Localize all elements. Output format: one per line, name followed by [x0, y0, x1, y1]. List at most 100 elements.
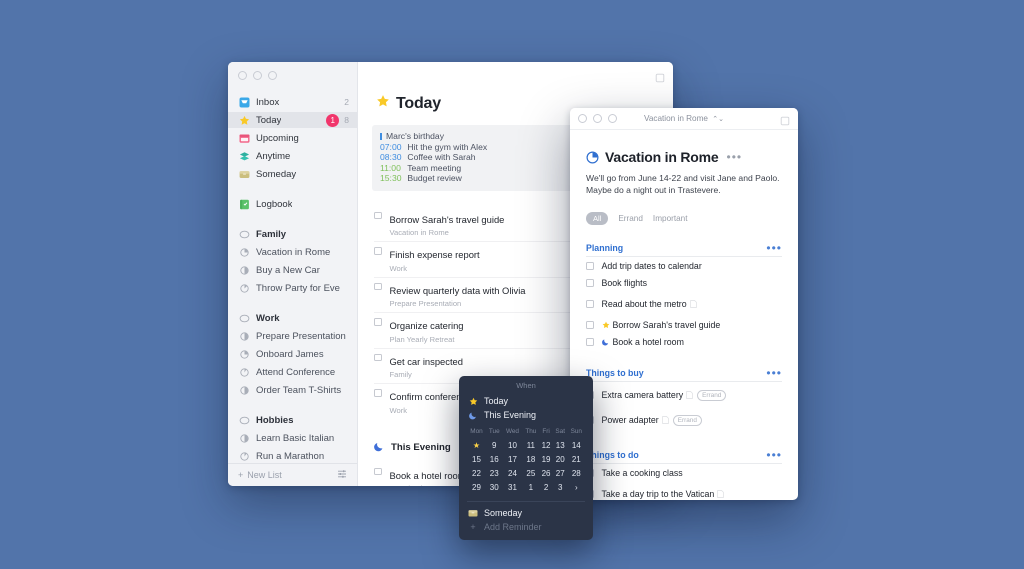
resize-icon[interactable] [655, 70, 665, 83]
calendar-day[interactable]: 30 [486, 480, 502, 494]
sidebar-item-inbox[interactable]: Inbox 2 [228, 94, 357, 110]
when-popover[interactable]: When Today This Evening Mon Tue Wed Thu … [459, 376, 593, 540]
sidebar-item-someday[interactable]: Someday [228, 166, 357, 182]
new-list-button[interactable]: + New List [238, 470, 282, 480]
calendar-day[interactable]: 19 [539, 452, 553, 466]
task-checkbox[interactable] [374, 389, 382, 397]
calendar-day[interactable]: 24 [503, 466, 523, 480]
task-row[interactable]: Book a hotel room [586, 333, 782, 350]
calendar-day[interactable]: 3 [553, 480, 568, 494]
close-button[interactable] [238, 71, 247, 80]
task-checkbox[interactable] [586, 279, 594, 287]
calendar-day[interactable]: 12 [539, 438, 553, 452]
project-note[interactable]: We'll go from June 14-22 and visit Jane … [586, 173, 782, 196]
minimize-button[interactable] [253, 71, 262, 80]
task-checkbox[interactable] [374, 211, 382, 220]
task-checkbox[interactable] [586, 300, 594, 308]
sidebar-area-work[interactable]: Work [228, 310, 357, 326]
calendar-day[interactable]: 29 [467, 480, 486, 494]
calendar-day-today[interactable]: ★ [467, 438, 486, 452]
sidebar-project-onboard-james[interactable]: Onboard James [228, 346, 357, 362]
ellipsis-icon[interactable]: ••• [766, 242, 782, 254]
task-row[interactable]: Extra camera battery Errand [586, 382, 782, 407]
calendar-day[interactable]: 16 [486, 452, 502, 466]
sidebar-project-run-a-marathon[interactable]: Run a Marathon [228, 448, 357, 463]
calendar-day[interactable]: 23 [486, 466, 502, 480]
sidebar-item-anytime[interactable]: Anytime [228, 148, 357, 164]
sidebar-area-hobbies[interactable]: Hobbies [228, 412, 357, 428]
calendar-day[interactable]: 31 [503, 480, 523, 494]
window-traffic-lights[interactable] [570, 114, 617, 123]
calendar-day[interactable]: 17 [503, 452, 523, 466]
calendar-day[interactable]: 27 [553, 466, 568, 480]
sidebar-project-learn-basic-italian[interactable]: Learn Basic Italian [228, 430, 357, 446]
when-option-someday[interactable]: Someday [459, 506, 593, 520]
calendar-day[interactable]: 20 [553, 452, 568, 466]
task-row[interactable]: Power adapter Errand [586, 407, 782, 432]
zoom-button[interactable] [268, 71, 277, 80]
calendar-day[interactable]: 15 [467, 452, 486, 466]
task-checkbox[interactable] [374, 318, 382, 326]
task-checkbox[interactable] [374, 467, 382, 476]
task-checkbox[interactable] [586, 321, 594, 329]
calendar-day[interactable]: 10 [503, 438, 523, 452]
task-checkbox[interactable] [374, 282, 382, 291]
sidebar-project-vacation-in-rome[interactable]: Vacation in Rome [228, 244, 357, 260]
task-row[interactable]: Take a day trip to the Vatican [586, 481, 782, 500]
task-tag[interactable]: Errand [697, 389, 727, 401]
sidebar-item-logbook[interactable]: Logbook [228, 196, 357, 212]
when-option-this-evening[interactable]: This Evening [459, 408, 593, 422]
task-row[interactable]: Book flights [586, 274, 782, 291]
task-tag[interactable]: Errand [672, 414, 702, 426]
calendar-day[interactable]: 11 [522, 438, 539, 452]
ellipsis-icon[interactable]: ••• [766, 449, 782, 461]
sidebar-item-upcoming[interactable]: Upcoming [228, 130, 357, 146]
calendar-day[interactable]: 25 [522, 466, 539, 480]
sidebar-project-prepare-presentation[interactable]: Prepare Presentation [228, 328, 357, 344]
filter-errand[interactable]: Errand [618, 214, 643, 223]
task-checkbox[interactable] [374, 353, 382, 362]
calendar-day[interactable]: 28 [568, 466, 585, 480]
sidebar-project-order-team-t-shirts[interactable]: Order Team T-Shirts [228, 382, 357, 398]
weekday-thu: Thu [525, 428, 537, 435]
date-picker-calendar[interactable]: Mon Tue Wed Thu Fri Sat Sun ★ 9 10 11 12… [459, 422, 593, 496]
window-traffic-lights[interactable] [228, 62, 357, 80]
sidebar-area-family[interactable]: Family [228, 226, 357, 242]
project-window-titlebar[interactable]: Vacation in Rome ⌃⌄ [570, 108, 798, 130]
calendar-day[interactable]: 26 [539, 466, 553, 480]
project-window[interactable]: Vacation in Rome ⌃⌄ Vacation in Rome •••… [570, 108, 798, 500]
filter-all[interactable]: All [586, 212, 609, 225]
task-row[interactable]: Borrow Sarah's travel guide [586, 316, 782, 333]
sidebar-project-attend-conference[interactable]: Attend Conference [228, 364, 357, 380]
sidebar-item-today[interactable]: Today 1 8 [228, 112, 357, 128]
resize-icon[interactable] [780, 113, 790, 131]
calendar-day[interactable]: 22 [467, 466, 486, 480]
ellipsis-icon[interactable]: ••• [727, 151, 743, 163]
calendar-day[interactable]: 13 [553, 438, 568, 452]
task-checkbox[interactable] [374, 247, 382, 255]
calendar-day[interactable]: 18 [522, 452, 539, 466]
task-checkbox[interactable] [586, 262, 594, 270]
ellipsis-icon[interactable]: ••• [766, 367, 782, 379]
task-checkbox[interactable] [586, 338, 594, 346]
calendar-next-month[interactable]: › [568, 480, 585, 494]
updown-chevron-icon[interactable]: ⌃⌄ [712, 116, 724, 123]
add-reminder-button[interactable]: + Add Reminder [459, 520, 593, 534]
sliders-icon[interactable] [337, 469, 347, 481]
task-row[interactable]: Read about the metro [586, 291, 782, 316]
calendar-day[interactable]: 1 [522, 480, 539, 494]
plus-icon: + [470, 522, 476, 532]
calendar-day[interactable]: 9 [486, 438, 502, 452]
filter-important[interactable]: Important [653, 214, 688, 223]
task-row[interactable]: Add trip dates to calendar [586, 257, 782, 274]
zoom-button[interactable] [608, 114, 617, 123]
calendar-day[interactable]: 14 [568, 438, 585, 452]
calendar-day[interactable]: 2 [539, 480, 553, 494]
sidebar-project-throw-party-for-eve[interactable]: Throw Party for Eve [228, 280, 357, 296]
calendar-day[interactable]: 21 [568, 452, 585, 466]
when-option-today[interactable]: Today [459, 394, 593, 408]
minimize-button[interactable] [593, 114, 602, 123]
task-row[interactable]: Take a cooking class [586, 464, 782, 481]
close-button[interactable] [578, 114, 587, 123]
sidebar-project-buy-a-new-car[interactable]: Buy a New Car [228, 262, 357, 278]
